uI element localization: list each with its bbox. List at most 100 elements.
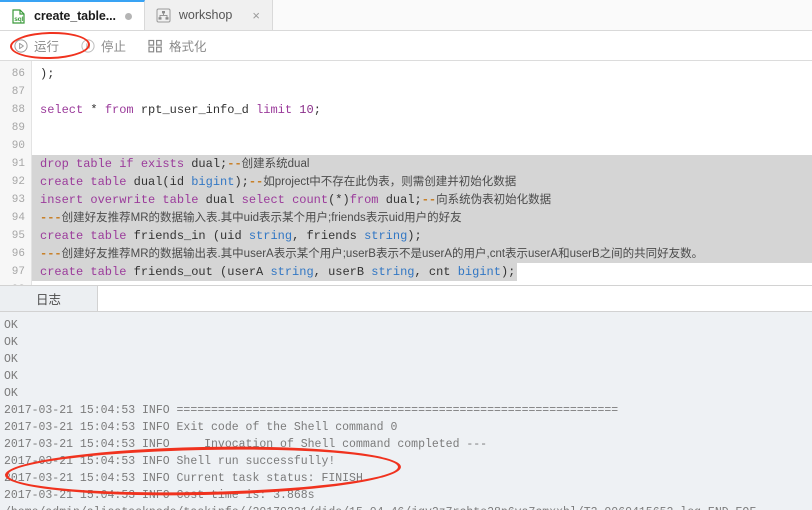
code-token: rpt_user_info_d xyxy=(133,103,257,117)
code-token: 创建系统dual xyxy=(241,158,310,170)
line-number: 91 xyxy=(11,158,25,170)
code-token: , friends xyxy=(292,229,365,243)
code-token: ); xyxy=(407,229,422,243)
format-label: 格式化 xyxy=(169,40,207,54)
code-token: friends_out (userA xyxy=(126,265,271,279)
code-token: count xyxy=(292,193,329,207)
code-token: , cnt xyxy=(414,265,458,279)
tab-label: workshop xyxy=(178,8,233,22)
code-token: ; xyxy=(313,103,321,117)
code-token: 创建好友推荐MR的数据输入表.其中uid表示某个用户;friends表示uid用… xyxy=(61,212,462,224)
code-token: dual; xyxy=(378,193,422,207)
code-token: string xyxy=(270,265,314,279)
log-line: 2017-03-21 15:04:53 INFO ===============… xyxy=(4,404,619,417)
log-line: OK xyxy=(4,353,18,366)
code-token: -- xyxy=(248,175,264,189)
code-token: 创建好友推荐MR的数据输出表.其中userA表示某个用户;userB表示不是us… xyxy=(61,248,704,260)
tab-create-table[interactable]: sql create_table... xyxy=(0,0,145,30)
unsaved-indicator-dot xyxy=(124,12,132,20)
log-tab-bar-empty-area xyxy=(98,286,812,311)
line-number: 97 xyxy=(11,266,25,278)
run-button[interactable]: 运行 xyxy=(14,36,59,55)
pause-circle-icon xyxy=(81,38,95,53)
code-token: select xyxy=(40,103,84,117)
code-line[interactable]: create table friends_in (uid string, fri… xyxy=(32,227,812,245)
editor-toolbar: 运行 停止 格式化 xyxy=(0,31,812,61)
log-line: OK xyxy=(4,319,18,332)
tab-workshop[interactable]: workshop × xyxy=(144,0,273,30)
code-token: ); xyxy=(40,67,55,81)
code-line[interactable] xyxy=(32,83,812,101)
log-line: OK xyxy=(4,336,18,349)
stop-button[interactable]: 停止 xyxy=(81,36,126,55)
tab-bar-empty-area xyxy=(272,0,812,30)
code-line[interactable]: ---创建好友推荐MR的数据输出表.其中userA表示某个用户;userB表示不… xyxy=(32,245,812,263)
code-token: friends_in (uid xyxy=(126,229,249,243)
code-line[interactable]: ); xyxy=(32,65,812,83)
line-number: 89 xyxy=(11,122,25,134)
code-token: , userB xyxy=(313,265,372,279)
code-line[interactable]: insert overwrite table dual select count… xyxy=(32,191,812,209)
line-number: 95 xyxy=(11,230,25,242)
code-token: * xyxy=(83,103,105,117)
editor-tab-bar: sql create_table... workshop × xyxy=(0,0,812,31)
sql-file-icon: sql xyxy=(11,8,26,24)
code-token: (*) xyxy=(328,193,350,207)
log-panel: 日志 OK OK OK OK OK 2017-03-21 15:04:53 INFO ==… xyxy=(0,285,812,510)
code-token: -- xyxy=(227,157,242,171)
code-token: limit xyxy=(256,103,293,117)
line-number-gutter: 86878889909192939495969798 xyxy=(0,61,32,285)
line-number: 96 xyxy=(11,248,25,260)
code-line[interactable]: drop table if exists dual;--创建系统dual xyxy=(32,155,812,173)
format-button[interactable]: 格式化 xyxy=(148,36,207,55)
code-token: bigint xyxy=(457,265,501,279)
code-line[interactable]: create table friends_out (userA string, … xyxy=(32,263,812,281)
code-area[interactable]: ); select * from rpt_user_info_d limit 10… xyxy=(32,61,812,285)
code-token: from xyxy=(104,103,134,117)
svg-text:sql: sql xyxy=(14,16,24,23)
code-line[interactable] xyxy=(32,137,812,155)
log-line: OK xyxy=(4,387,18,400)
code-token: dual(id xyxy=(126,175,192,189)
code-token: insert overwrite table xyxy=(40,193,199,207)
code-token: select xyxy=(241,193,285,207)
stop-label: 停止 xyxy=(101,40,127,54)
code-token: -- xyxy=(421,193,437,207)
line-number: 90 xyxy=(11,140,25,152)
ide-window: sql create_table... workshop × 运行 停止 格式化… xyxy=(0,0,812,510)
log-output[interactable]: OK OK OK OK OK 2017-03-21 15:04:53 INFO =====… xyxy=(0,312,812,510)
line-number: 88 xyxy=(11,104,25,116)
grid-blocks-icon xyxy=(148,39,163,53)
code-token: --- xyxy=(40,211,62,225)
log-line: /home/admin/alisatasknode/taskinfo//2017… xyxy=(4,504,812,510)
line-number: 94 xyxy=(11,212,25,224)
log-line: 2017-03-21 15:04:53 INFO Exit code of th… xyxy=(4,421,398,434)
code-token: --- xyxy=(40,247,62,261)
sql-code-editor[interactable]: 86878889909192939495969798 );select * fr… xyxy=(0,61,812,285)
code-line[interactable] xyxy=(32,119,812,137)
code-line[interactable]: ---创建好友推荐MR的数据输入表.其中uid表示某个用户;friends表示u… xyxy=(32,209,812,227)
code-token: dual; xyxy=(184,157,228,171)
log-line: 2017-03-21 15:04:53 INFO Invocation of S… xyxy=(4,438,488,451)
code-token: bigint xyxy=(191,175,235,189)
close-icon[interactable]: × xyxy=(252,9,260,22)
log-line: 2017-03-21 15:04:53 INFO Current task st… xyxy=(4,472,363,485)
code-token: string xyxy=(371,265,415,279)
code-token: drop table if exists xyxy=(40,157,185,171)
tab-label: create_table... xyxy=(34,9,116,23)
code-token: 向系统伪表初始化数据 xyxy=(436,194,552,206)
code-token: from xyxy=(349,193,379,207)
code-token: 10 xyxy=(299,103,314,117)
code-line[interactable]: select * from rpt_user_info_d limit 10; xyxy=(32,101,812,119)
log-line: 2017-03-21 15:04:53 INFO Cost time is: 3… xyxy=(4,489,315,502)
code-token: string xyxy=(364,229,408,243)
log-line: OK xyxy=(4,370,18,383)
line-number: 87 xyxy=(11,86,25,98)
play-circle-icon xyxy=(14,38,28,53)
code-token: ); xyxy=(500,265,516,279)
line-number: 92 xyxy=(11,176,25,188)
tab-log[interactable]: 日志 xyxy=(0,286,98,311)
code-line[interactable]: create table dual(id bigint);--如project中… xyxy=(32,173,812,191)
code-token: ); xyxy=(234,175,249,189)
